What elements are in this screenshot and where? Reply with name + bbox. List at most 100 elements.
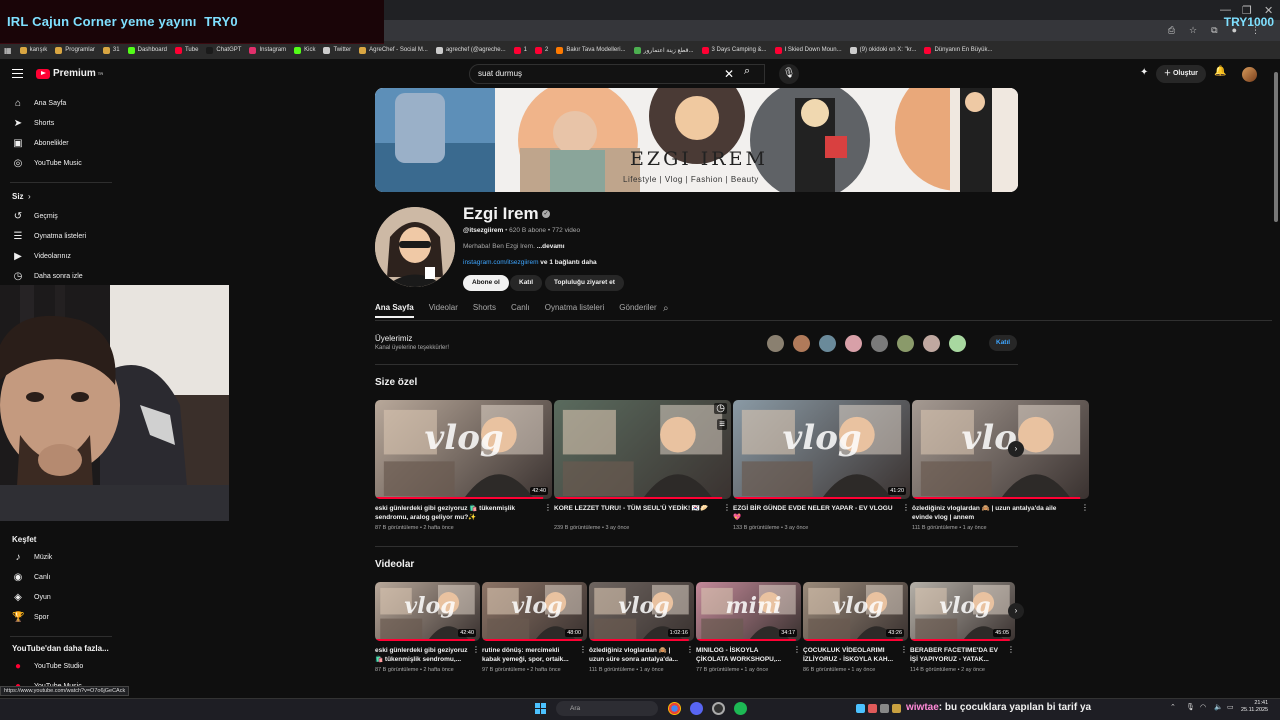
sidebar-item[interactable]: ↺ Geçmiş bbox=[12, 211, 58, 222]
clear-search-icon[interactable]: ✕ bbox=[724, 67, 734, 81]
bookmark-item[interactable]: Twitter bbox=[323, 46, 351, 54]
video-card[interactable]: vlog 41:20 EZGİ BİR GÜNDE EVDE NELER YAPAR… bbox=[733, 400, 910, 539]
member-avatar[interactable] bbox=[793, 335, 810, 352]
watch-later-icon[interactable]: ◷ bbox=[714, 403, 727, 414]
chrome-app-icon[interactable] bbox=[668, 702, 681, 715]
account-avatar[interactable] bbox=[1242, 67, 1257, 82]
chevron-right-icon[interactable]: › bbox=[28, 192, 31, 201]
bookmark-item[interactable]: agrechef (@agreche... bbox=[435, 46, 506, 54]
tray-app-icon[interactable] bbox=[880, 704, 889, 713]
member-avatar[interactable] bbox=[845, 335, 862, 352]
volume-icon[interactable]: 🔈 bbox=[1214, 703, 1223, 711]
video-card[interactable]: vlo özlediğiniz vloglardan 🙈 | uzun antal… bbox=[912, 400, 1089, 539]
search-input[interactable]: suat durmuş bbox=[469, 64, 765, 84]
channel-tab[interactable]: Shorts bbox=[473, 303, 496, 312]
bookmark-item[interactable]: Dünyanın En Büyük... bbox=[924, 46, 992, 54]
video-thumbnail[interactable]: mini 34:17 bbox=[696, 582, 801, 641]
youtube-logo[interactable]: Premium TR bbox=[36, 68, 103, 79]
subscribe-button[interactable]: Abone ol bbox=[463, 275, 509, 291]
sidebar-item[interactable]: ➤ Shorts bbox=[12, 118, 54, 129]
visit-community-button[interactable]: Topluluğu ziyaret et bbox=[545, 275, 624, 291]
video-title[interactable]: EZGİ BİR GÜNDE EVDE NELER YAPAR - EV VLO… bbox=[733, 504, 898, 522]
sidebar-item[interactable]: ● YouTube Studio bbox=[12, 661, 83, 672]
windows-start-icon[interactable] bbox=[535, 703, 546, 714]
more-options-icon[interactable]: ⋮ bbox=[1081, 503, 1089, 512]
discord-app-icon[interactable] bbox=[690, 702, 703, 715]
channel-description[interactable]: Merhaba! Ben Ezgi Irem. ...devamı bbox=[463, 243, 565, 250]
channel-tab[interactable]: Gönderiler bbox=[619, 303, 656, 312]
bookmark-item[interactable]: 2 bbox=[534, 46, 548, 54]
member-avatar[interactable] bbox=[949, 335, 966, 352]
description-more-link[interactable]: ...devamı bbox=[537, 243, 565, 250]
channel-tab[interactable]: Canlı bbox=[511, 303, 530, 312]
bookmark-item[interactable]: Programlar bbox=[55, 46, 95, 54]
scrollbar-thumb[interactable] bbox=[1274, 72, 1278, 222]
apps-grid-icon[interactable]: ▦ bbox=[4, 46, 12, 55]
wifi-icon[interactable]: ◠ bbox=[1200, 703, 1206, 711]
more-options-icon[interactable]: ⋮ bbox=[793, 645, 801, 654]
channel-avatar[interactable] bbox=[375, 207, 455, 287]
sidebar-item[interactable]: ◉ Canlı bbox=[12, 572, 51, 583]
member-avatar[interactable] bbox=[897, 335, 914, 352]
bookmark-item[interactable]: AgreChef - Social M... bbox=[359, 46, 428, 54]
more-options-icon[interactable]: ⋮ bbox=[1007, 645, 1015, 654]
channel-tab[interactable]: Videolar bbox=[429, 303, 458, 312]
sidebar-item[interactable]: ♪ Müzik bbox=[12, 552, 53, 563]
video-title[interactable]: BERABER FACETIME'DA EV İŞİ YAPIYORUZ - Y… bbox=[910, 646, 1003, 664]
more-options-icon[interactable]: ⋮ bbox=[544, 503, 552, 512]
video-title[interactable]: KORE LEZZET TURU! - TÜM SEUL'Ü YEDİK! 🇰🇷… bbox=[554, 504, 719, 522]
bookmark-item[interactable]: 31 bbox=[102, 46, 120, 54]
video-title[interactable]: eski günlerdeki gibi geziyoruz 🛍️ tükenm… bbox=[375, 504, 540, 522]
cast-icon[interactable]: ✦ bbox=[1140, 67, 1148, 78]
taskbar-clock[interactable]: 21:41 25.11.2025 bbox=[1241, 700, 1268, 714]
for-you-next-button[interactable]: › bbox=[1008, 441, 1024, 457]
more-options-icon[interactable]: ⋮ bbox=[579, 645, 587, 654]
video-card[interactable]: ◷ ≡ KORE LEZZET TURU! - TÜM SEUL'Ü YEDİK! … bbox=[554, 400, 731, 539]
video-thumbnail[interactable]: vlog 41:20 bbox=[733, 400, 910, 499]
channel-tab[interactable]: Oynatma listeleri bbox=[545, 303, 605, 312]
bookmark-item[interactable]: 3 Days Camping &... bbox=[701, 46, 767, 54]
video-thumbnail[interactable]: vlog 42:40 bbox=[375, 400, 552, 499]
tray-app-icon[interactable] bbox=[856, 704, 865, 713]
video-thumbnail[interactable]: vlo bbox=[912, 400, 1089, 499]
bookmark-item[interactable]: 1 bbox=[513, 46, 527, 54]
bookmark-item[interactable]: Dashboard bbox=[127, 46, 167, 54]
sidebar-item[interactable]: ▶ Videolarınız bbox=[12, 251, 71, 262]
more-links[interactable]: ve 1 bağlantı daha bbox=[539, 259, 596, 266]
instagram-link[interactable]: instagram.com/itsezgiirem bbox=[463, 259, 539, 266]
member-avatar[interactable] bbox=[767, 335, 784, 352]
video-card[interactable]: vlog 43:26 ÇOCUKLUK VİDEOLARIMI İZLİYORUZ … bbox=[803, 582, 908, 681]
hamburger-menu-icon[interactable] bbox=[12, 69, 23, 78]
video-thumbnail[interactable]: vlog 45:05 bbox=[910, 582, 1015, 641]
sidebar-item[interactable]: ◷ Daha sonra izle bbox=[12, 271, 83, 282]
extensions-icon[interactable]: ⧉ bbox=[1211, 25, 1217, 36]
more-options-icon[interactable]: ⋮ bbox=[900, 645, 908, 654]
notifications-bell-icon[interactable]: 🔔 bbox=[1214, 66, 1226, 77]
video-title[interactable]: özlediğiniz vloglardan 🙈 | uzun antalya'… bbox=[912, 504, 1077, 522]
more-options-icon[interactable]: ⋮ bbox=[902, 503, 910, 512]
sidebar-item[interactable]: ◈ Oyun bbox=[12, 592, 51, 603]
bookmark-item[interactable]: karışık bbox=[19, 46, 47, 54]
sidebar-item[interactable]: ◎ YouTube Music bbox=[12, 158, 82, 169]
taskbar-search[interactable]: Ara bbox=[556, 701, 658, 716]
sidebar-item[interactable]: ▣ Abonelikler bbox=[12, 138, 68, 149]
channel-tab[interactable]: Ana Sayfa bbox=[375, 303, 414, 318]
bookmark-item[interactable]: (9) okidoki on X: "kr... bbox=[849, 46, 916, 54]
join-button[interactable]: Katıl bbox=[510, 275, 543, 291]
add-to-queue-icon[interactable]: ≡ bbox=[717, 419, 727, 430]
video-thumbnail[interactable]: vlog 1:02:16 bbox=[589, 582, 694, 641]
video-title[interactable]: rutine dönüş: mercimekli kabak yemeği, s… bbox=[482, 646, 575, 664]
video-card[interactable]: mini 34:17 MINILOG - İSKOYLA ÇİKOLATA WORK… bbox=[696, 582, 801, 681]
sidebar-item[interactable]: 🏆 Spor bbox=[12, 612, 49, 623]
video-thumbnail[interactable]: vlog 48:00 bbox=[482, 582, 587, 641]
bookmark-star-icon[interactable]: ☆ bbox=[1189, 25, 1197, 36]
bookmark-item[interactable]: Bakır Tava Modelleri... bbox=[556, 46, 626, 54]
search-icon[interactable]: ⌕ bbox=[744, 65, 750, 78]
member-avatar[interactable] bbox=[923, 335, 940, 352]
bookmark-item[interactable]: Kick bbox=[294, 46, 315, 54]
more-options-icon[interactable]: ⋮ bbox=[686, 645, 694, 654]
spotify-app-icon[interactable] bbox=[734, 702, 747, 715]
battery-icon[interactable]: ▭ bbox=[1227, 703, 1234, 711]
tray-app-icon[interactable] bbox=[892, 704, 901, 713]
create-button[interactable]: ＋ Oluştur bbox=[1156, 65, 1206, 83]
